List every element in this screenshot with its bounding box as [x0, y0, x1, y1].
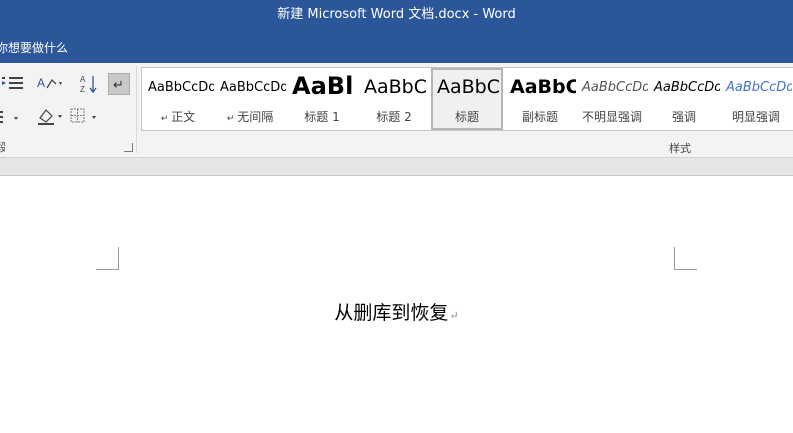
style-label: 明显强调: [720, 108, 792, 125]
style-label: ↵ 正文: [142, 108, 214, 125]
style-label: 标题: [431, 108, 503, 125]
style-sample: AaBbCcDd: [654, 80, 720, 95]
style-name: 标题: [454, 110, 479, 124]
paragraph-dialog-launcher[interactable]: [124, 143, 133, 152]
paragraph-mark: ↵: [449, 309, 459, 322]
paragraph-mark-icon: ↵: [113, 78, 124, 93]
style-sample: AaBbC: [364, 76, 428, 98]
window-title: 新建 Microsoft Word 文档.docx - Word: [277, 7, 516, 22]
top-left-margin-mark: [96, 247, 119, 270]
style-sample: AaBbCcDd: [726, 80, 792, 95]
style-name: 标题 1: [304, 110, 340, 124]
style-name: 明显强调: [731, 110, 780, 124]
borders-icon[interactable]: [70, 107, 100, 127]
top-right-margin-mark: [674, 247, 697, 270]
style-sample: AaBl: [292, 72, 354, 100]
style-label: 强调: [648, 108, 720, 125]
style-item[interactable]: AaBbC 标题 2: [358, 68, 430, 130]
style-item[interactable]: AaBbCcDd 不明显强调: [576, 68, 648, 130]
style-label: 标题 2: [358, 108, 430, 125]
style-paragraph-mark: ↵: [160, 114, 169, 124]
style-label: 不明显强调: [576, 108, 648, 125]
style-item[interactable]: AaBbCcDd ↵ 无间隔: [214, 68, 286, 130]
svg-text:A: A: [37, 76, 45, 90]
paragraph-group: A A Z ↵ 段: [0, 63, 137, 170]
document-page[interactable]: 从删库到恢复↵: [0, 175, 793, 433]
text-direction-icon[interactable]: A: [36, 74, 64, 92]
style-item[interactable]: AaBbCcDd 明显强调: [720, 68, 792, 130]
style-item[interactable]: AaBbC 副标题: [504, 68, 576, 130]
style-name: 无间隔: [237, 110, 274, 124]
style-item[interactable]: AaBbC 标题: [431, 68, 503, 130]
show-formatting-marks-button[interactable]: ↵: [108, 73, 130, 95]
ruler-area: [0, 158, 793, 175]
styles-gallery: AaBbCcDd ↵ 正文 AaBbCcDd ↵ 无间隔 AaBl 标题 1 AaBbC 标题 2…: [141, 67, 793, 131]
style-name: 强调: [671, 110, 696, 124]
style-sample: AaBbCcDd: [220, 80, 286, 95]
line-spacing-icon[interactable]: [0, 109, 24, 125]
style-label: ↵ 无间隔: [214, 108, 286, 125]
tell-me-bar: 你想要做什么: [0, 31, 793, 63]
styles-group-label: 样式: [669, 142, 691, 155]
svg-text:A: A: [80, 75, 86, 84]
shading-icon[interactable]: [36, 106, 66, 126]
style-name: 不明显强调: [581, 110, 642, 124]
document-heading[interactable]: 从删库到恢复↵: [0, 298, 793, 325]
style-name: 标题 2: [376, 110, 412, 124]
style-sample: AaBbC: [510, 76, 576, 98]
style-sample: AaBbCcDd: [148, 80, 214, 95]
group-separator: [136, 67, 137, 153]
style-item[interactable]: AaBbCcDd 强调: [648, 68, 720, 130]
svg-text:Z: Z: [80, 85, 85, 94]
style-label: 副标题: [504, 108, 576, 125]
style-label: 标题 1: [286, 108, 358, 125]
title-bar: 新建 Microsoft Word 文档.docx - Word: [0, 0, 793, 31]
svg-text:↵: ↵: [113, 78, 124, 93]
style-item[interactable]: AaBl 标题 1: [286, 68, 358, 130]
increase-indent-icon[interactable]: [2, 75, 26, 91]
style-name: 副标题: [521, 110, 558, 124]
ribbon: A A Z ↵ 段: [0, 63, 793, 170]
tell-me-search[interactable]: 你想要做什么: [0, 39, 68, 56]
style-sample: AaBbCcDd: [582, 80, 648, 95]
style-item[interactable]: AaBbCcDd ↵ 正文: [142, 68, 214, 130]
style-name: 正文: [171, 110, 196, 124]
style-paragraph-mark: ↵: [226, 114, 235, 124]
document-heading-text: 从删库到恢复: [334, 302, 449, 324]
style-sample: AaBbC: [437, 76, 501, 98]
sort-icon[interactable]: A Z: [79, 73, 99, 95]
